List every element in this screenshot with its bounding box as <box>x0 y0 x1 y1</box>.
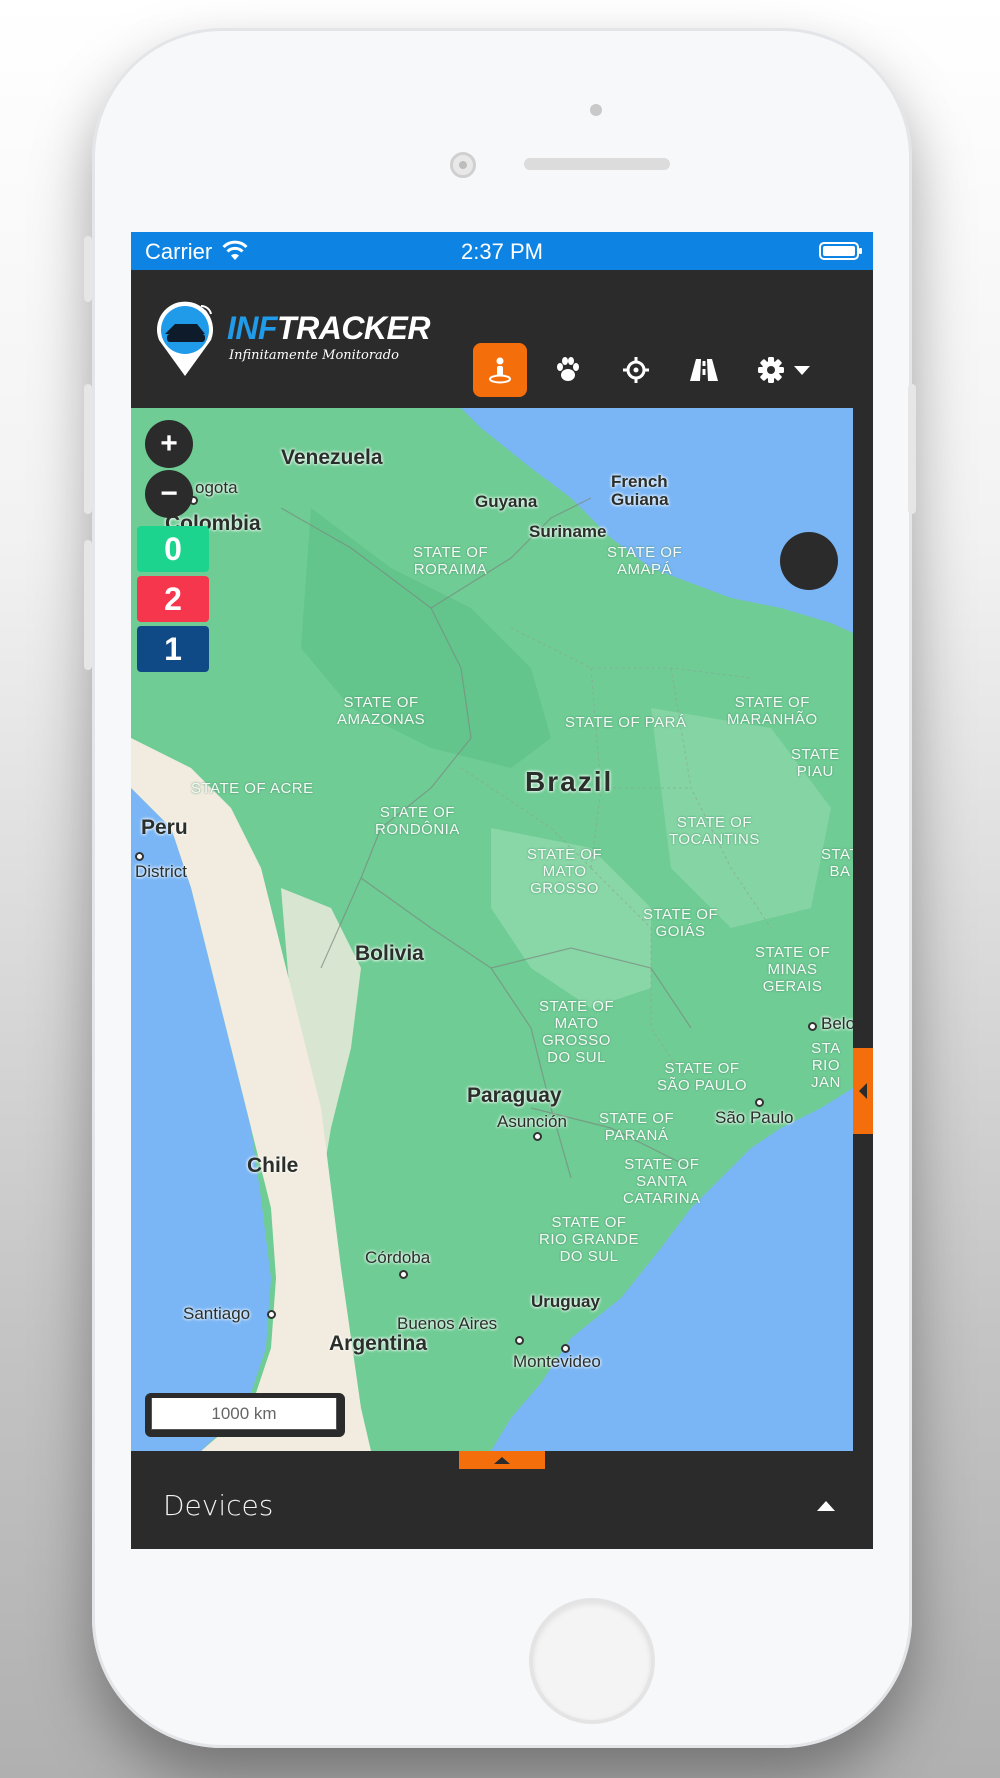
map-label-sao-paulo-state: STATE OF SÃO PAULO <box>657 1060 748 1094</box>
map-label-bahia: STAT BA <box>821 846 853 880</box>
clock: 2:37 PM <box>461 239 543 264</box>
city-marker <box>399 1270 408 1279</box>
people-tracking-button[interactable] <box>473 343 527 397</box>
map-view[interactable]: Venezuela ogota Colombia Guyana French G… <box>131 408 853 1451</box>
map-label-sao-paulo: São Paulo <box>715 1108 794 1127</box>
battery-icon <box>819 242 862 260</box>
map-scale: 1000 km <box>145 1393 345 1437</box>
road-icon <box>690 359 718 381</box>
scale-label: 1000 km <box>151 1398 337 1430</box>
map-label-buenos-aires: Buenos Aires <box>397 1314 498 1333</box>
city-marker <box>808 1022 817 1031</box>
map-label-acre: STATE OF ACRE <box>191 780 314 797</box>
map-label-bolivia: Bolivia <box>355 942 424 965</box>
mute-switch <box>84 236 92 302</box>
map-label-minas: STATE OF MINAS GERAIS <box>755 944 831 995</box>
devices-title: Devices <box>163 1489 274 1522</box>
map-label-bogota: ogota <box>195 478 238 497</box>
crosshair-icon <box>623 357 649 383</box>
locate-button[interactable] <box>609 343 663 397</box>
status-count-offline[interactable]: 2 <box>137 576 209 622</box>
inf-tracker-logo[interactable]: INFTRACKER Infinitamente Monitorado <box>155 300 430 380</box>
map-label-para: STATE OF PARÁ <box>565 714 687 731</box>
front-camera <box>450 152 476 178</box>
map-label-roraima: STATE OF RORAIMA <box>413 544 489 578</box>
map-label-paraguay: Paraguay <box>467 1084 562 1107</box>
zoom-in-button[interactable]: + <box>145 420 193 468</box>
routes-button[interactable] <box>677 343 731 397</box>
map-label-uruguay: Uruguay <box>531 1292 600 1311</box>
person-location-icon <box>489 357 511 384</box>
city-marker <box>755 1098 764 1107</box>
map-label-district: District <box>135 862 187 881</box>
map-label-cordoba: Córdoba <box>365 1248 431 1267</box>
map-label-brazil: Brazil <box>525 766 614 797</box>
map-label-santiago: Santiago <box>183 1304 251 1323</box>
map-label-suriname: Suriname <box>529 522 607 541</box>
app-header: INFTRACKER Infinitamente Monitorado <box>131 270 873 408</box>
map-label-mato-grosso-sul: STATE OF MATO GROSSO DO SUL <box>539 998 615 1066</box>
power-button <box>908 384 916 514</box>
city-marker <box>515 1336 524 1345</box>
proximity-sensor <box>590 104 602 116</box>
map-label-peru: Peru <box>141 816 188 839</box>
home-button[interactable] <box>529 1598 655 1724</box>
chevron-up-icon <box>494 1456 510 1464</box>
status-count-online[interactable]: 0 <box>137 526 209 572</box>
map-label-guyana: Guyana <box>475 492 538 511</box>
map-label-amazonas: STATE OF AMAZONAS <box>337 694 426 728</box>
map-label-mato-grosso: STATE OF MATO GROSSO <box>527 846 603 897</box>
bottom-panel-toggle[interactable] <box>459 1451 545 1469</box>
city-marker <box>135 852 144 861</box>
map-label-goias: STATE OF GOIÁS <box>643 906 719 940</box>
app-screen: Carrier 2:37 PM INFTRACKER Infinitamente… <box>131 232 873 1549</box>
map-label-maranhao: STATE OF MARANHÃO <box>727 694 818 728</box>
zoom-out-button[interactable]: − <box>145 470 193 518</box>
settings-menu-button[interactable] <box>747 343 819 397</box>
map-label-chile: Chile <box>247 1154 299 1177</box>
map-label-rio: STA RIO JAN <box>811 1040 841 1091</box>
gear-icon <box>758 357 784 383</box>
map-label-tocantins: STATE OF TOCANTINS <box>669 814 760 848</box>
status-count-total[interactable]: 1 <box>137 626 209 672</box>
status-bar: Carrier 2:37 PM <box>131 232 873 270</box>
map-label-argentina: Argentina <box>329 1332 428 1355</box>
map-label-asuncion: Asunción <box>497 1112 567 1131</box>
map-label-french-1: French <box>611 472 668 491</box>
pet-tracking-button[interactable] <box>541 343 595 397</box>
city-marker <box>267 1310 276 1319</box>
map-label-rio-grande: STATE OF RIO GRANDE DO SUL <box>539 1214 640 1265</box>
volume-up-button <box>84 384 92 514</box>
map-label-rondonia: STATE OF RONDÔNIA <box>375 804 460 838</box>
map-label-belo: Belo <box>821 1014 853 1033</box>
city-marker <box>533 1132 542 1141</box>
map-label-venezuela: Venezuela <box>281 446 383 469</box>
logo-tracker: TRACKER <box>277 310 430 346</box>
map-label-montevideo: Montevideo <box>513 1352 601 1371</box>
devices-panel-header[interactable]: Devices <box>131 1469 873 1549</box>
caret-up-icon[interactable] <box>817 1501 835 1511</box>
chevron-left-icon <box>859 1083 867 1099</box>
caret-down-icon <box>794 365 810 375</box>
map-label-piaui: STATE PIAU <box>791 746 840 780</box>
map-label-parana: STATE OF PARANÁ <box>599 1110 675 1144</box>
logo-inf: INF <box>227 310 278 346</box>
logo-pin-icon <box>157 301 213 376</box>
side-panel-toggle[interactable] <box>853 1048 873 1134</box>
logo-wordmark: INFTRACKER <box>227 310 430 347</box>
map-label-santa-catarina: STATE OF SANTA CATARINA <box>623 1156 701 1207</box>
earpiece-speaker <box>524 158 670 170</box>
map-label-french-2: Guiana <box>611 490 669 509</box>
map-label-amapa: STATE OF AMAPÁ <box>607 544 683 578</box>
device-marker[interactable] <box>780 532 838 590</box>
map-land <box>131 408 853 1451</box>
paw-icon <box>557 357 579 381</box>
volume-down-button <box>84 540 92 670</box>
logo-tagline: Infinitamente Monitorado <box>229 348 399 363</box>
